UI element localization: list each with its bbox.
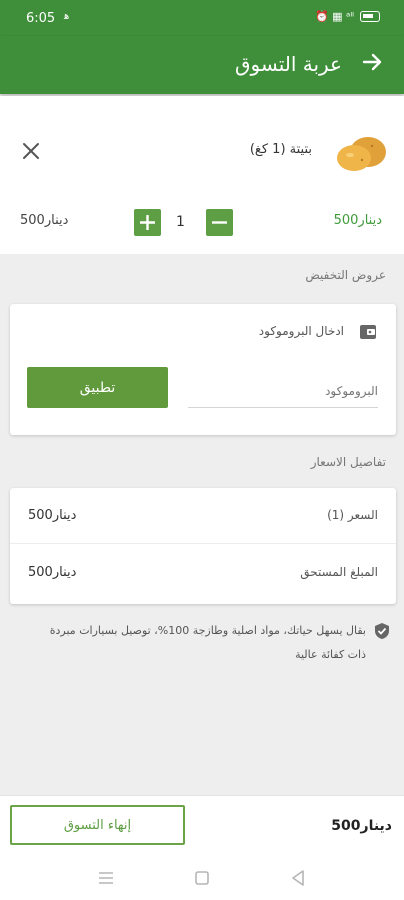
back-arrow-icon[interactable] bbox=[360, 50, 384, 74]
promo-panel: ادخال البروموكود تطبيق bbox=[10, 304, 396, 435]
cart-item-card bbox=[0, 96, 404, 254]
status-indicators: ⏰ ▦ ᵃˡˡ bbox=[315, 10, 380, 23]
status-time: 6:05 bbox=[26, 11, 56, 26]
discounts-section-label: عروض التخفيض bbox=[305, 268, 386, 282]
amount-due-label: المبلغ المستحق bbox=[300, 565, 378, 579]
item-name: بتيتة (1 كغ) bbox=[249, 142, 312, 157]
price-row: السعر (1) 500دينار bbox=[10, 488, 396, 544]
back-icon[interactable] bbox=[288, 868, 308, 888]
promo-code-input[interactable] bbox=[188, 374, 378, 408]
cart-total: 500دينار bbox=[331, 818, 392, 834]
shield-check-icon bbox=[375, 623, 389, 639]
app-bar: عربة التسوق bbox=[0, 36, 404, 94]
item-unit-price: 500دينار bbox=[333, 213, 382, 228]
price-details-panel: السعر (1) 500دينار المبلغ المستحق 500دين… bbox=[10, 488, 396, 604]
price-row-label: السعر (1) bbox=[327, 508, 378, 522]
quantity-value: 1 bbox=[176, 214, 185, 230]
wallet-icon bbox=[360, 325, 376, 339]
increase-quantity-button[interactable] bbox=[134, 209, 161, 236]
battery-icon bbox=[360, 11, 380, 22]
status-bar: 6:05 ﻫ ⏰ ▦ ᵃˡˡ bbox=[0, 0, 404, 36]
close-icon[interactable] bbox=[20, 140, 42, 162]
amount-due-value: 500دينار bbox=[28, 565, 77, 580]
item-line-total: 500دينار bbox=[20, 213, 69, 228]
status-indicators-text: ⏰ ▦ ᵃˡˡ bbox=[314, 10, 354, 23]
status-notification-icon: ﻫ bbox=[64, 11, 70, 22]
promo-title: ادخال البروموكود bbox=[258, 324, 344, 338]
plus-icon bbox=[140, 215, 155, 230]
page-title: عربة التسوق bbox=[235, 52, 342, 76]
minus-icon bbox=[212, 221, 227, 224]
system-nav-bar bbox=[0, 858, 404, 900]
decrease-quantity-button[interactable] bbox=[206, 209, 233, 236]
guarantee-text: بقال يسهل حياتك، مواد اصلية وطازجة 100%،… bbox=[49, 624, 366, 661]
price-details-section-label: تفاصيل الاسعار bbox=[310, 455, 386, 469]
finish-shopping-button[interactable]: إنهاء التسوق bbox=[10, 805, 185, 845]
apply-button[interactable]: تطبيق bbox=[27, 367, 168, 408]
price-row-value: 500دينار bbox=[28, 508, 77, 523]
potato-icon bbox=[337, 137, 386, 171]
amount-due-row: المبلغ المستحق 500دينار bbox=[10, 545, 396, 601]
home-icon[interactable] bbox=[192, 868, 212, 888]
menu-icon[interactable] bbox=[96, 868, 116, 888]
